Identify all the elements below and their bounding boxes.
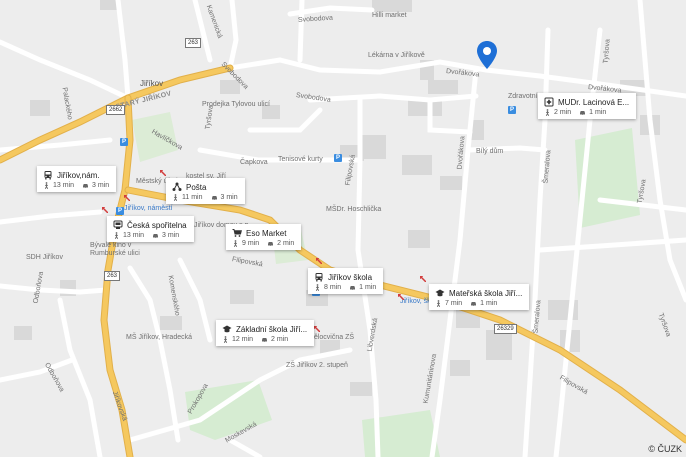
walk-icon: [315, 284, 320, 291]
poi-marker[interactable]: [420, 276, 426, 282]
poi-marker[interactable]: [316, 258, 322, 264]
drive-time: 3 min: [162, 232, 180, 239]
walk-icon: [545, 109, 550, 116]
walk-icon: [436, 300, 441, 307]
drive-time: 2 min: [271, 336, 289, 343]
location-pin-icon[interactable]: [476, 40, 498, 70]
medical-icon: [544, 97, 554, 107]
poi-name: Eso Market: [246, 228, 287, 238]
poi-card-mudr-lacinova[interactable]: MUDr. Lacinová E... 2 min 1 min: [538, 93, 637, 119]
parking-icon: P: [116, 207, 124, 215]
poi-card-ceska-sporitelna[interactable]: Česká spořitelna 13 min 3 min: [107, 216, 194, 242]
drive-time: 3 min: [220, 194, 238, 201]
car-icon: [153, 234, 159, 239]
parking-icon: P: [120, 138, 128, 146]
poi-name: Pošta: [186, 182, 207, 192]
drive-time: 2 min: [277, 240, 295, 247]
place-label: tělocvična ZŠ: [312, 334, 355, 341]
walk-time: 8 min: [324, 284, 342, 291]
poi-card-eso-market[interactable]: Eso Market 9 min 2 min: [226, 224, 302, 250]
poi-marker[interactable]: [314, 326, 320, 332]
parking-icon: P: [334, 154, 342, 162]
poi-name: MUDr. Lacinová E...: [558, 97, 630, 107]
shopping-cart-icon: [232, 229, 242, 237]
place-label: SDH Jiříkov: [26, 254, 63, 261]
place-label: Lékárna v Jiříkově: [368, 52, 425, 59]
poi-marker[interactable]: [124, 195, 130, 201]
street-label: Čapkova: [240, 159, 268, 166]
bus-icon: [315, 273, 323, 282]
poi-card-posta[interactable]: Pošta 11 min 3 min: [166, 178, 245, 204]
place-label: Prodejka Tylovou ulicí: [202, 101, 270, 108]
poi-name: Česká spořitelna: [127, 220, 187, 230]
drive-time: 1 min: [480, 300, 498, 307]
drive-time: 1 min: [359, 284, 377, 291]
car-icon: [83, 184, 89, 189]
poi-name: Základní škola Jiří...: [236, 324, 308, 334]
copyright-notice: © ČUZK: [648, 444, 682, 454]
car-icon: [268, 242, 274, 247]
walk-icon: [173, 194, 178, 201]
car-icon: [350, 286, 356, 291]
car-icon: [211, 196, 217, 201]
place-label: ZŠ Jiříkov 2. stupeň: [286, 362, 348, 369]
walk-time: 9 min: [242, 240, 260, 247]
place-label: MŠ Jiříkov, Hradecká: [126, 334, 192, 341]
car-icon: [580, 111, 586, 116]
poi-name: Jiříkov škola: [328, 272, 373, 282]
road-number-badge: 26329: [494, 324, 517, 334]
map-canvas[interactable]: Svobodova Svobodova Svobodova Dvořákova …: [0, 0, 686, 457]
walk-time: 11 min: [182, 194, 203, 201]
town-label: Jiříkov: [140, 79, 164, 88]
post-office-icon: [172, 182, 182, 191]
poi-card-zakladni-skola[interactable]: Základní škola Jiří... 12 min 2 min: [216, 320, 315, 346]
parking-icon: P: [508, 106, 516, 114]
place-label: Jiříkov, náměstí: [124, 205, 173, 212]
poi-card-bus-stop-skola[interactable]: Jiříkov škola 8 min 1 min: [308, 268, 384, 294]
place-label: Tenisové kurty: [278, 156, 323, 163]
place-label: Bývalé kino v Rumburské ulici: [90, 242, 140, 257]
road-number-badge: 263: [185, 38, 202, 48]
poi-card-materska-skola[interactable]: Mateřská škola Jiří... 7 min 1 min: [429, 284, 530, 310]
walk-time: 13 min: [53, 182, 75, 189]
road-number-badge: 263: [104, 271, 121, 281]
car-icon: [471, 302, 477, 307]
poi-marker[interactable]: [102, 207, 108, 213]
walk-icon: [233, 240, 238, 247]
walk-time: 13 min: [123, 232, 145, 239]
school-icon: [222, 325, 232, 333]
poi-marker[interactable]: [398, 294, 404, 300]
place-label: Hilli market: [372, 12, 407, 19]
place-label: Bílý dům: [476, 148, 504, 155]
walk-icon: [44, 182, 49, 189]
poi-name: Mateřská škola Jiří...: [449, 288, 523, 298]
walk-time: 12 min: [232, 336, 254, 343]
place-label: MŠDr. Hoschlička: [326, 206, 382, 213]
poi-marker[interactable]: [160, 170, 166, 176]
car-icon: [262, 338, 268, 343]
school-icon: [435, 289, 445, 297]
poi-name: Jiříkov,nám.: [57, 170, 100, 180]
drive-time: 3 min: [92, 182, 110, 189]
drive-time: 1 min: [589, 109, 607, 116]
walk-icon: [114, 232, 119, 239]
bank-icon: [113, 220, 123, 229]
bus-icon: [44, 171, 52, 180]
walk-time: 7 min: [445, 300, 463, 307]
road-number-badge: 2662: [106, 105, 126, 115]
walk-icon: [223, 336, 228, 343]
poi-card-bus-stop-namesti[interactable]: Jiříkov,nám. 13 min 3 min: [37, 166, 117, 192]
walk-time: 2 min: [554, 109, 572, 116]
